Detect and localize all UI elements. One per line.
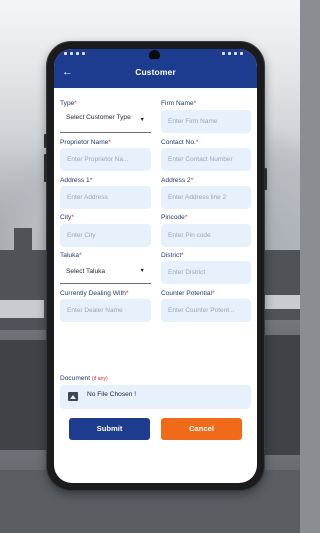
page-title: Customer — [135, 67, 176, 77]
contact-no-label: Contact No.* — [161, 139, 199, 146]
dropdown-arrow-icon: ▼ — [139, 117, 145, 123]
city-input[interactable]: Enter City — [60, 224, 151, 247]
customer-form: Type* Select Customer Type ▼ Firm Name* … — [54, 88, 257, 483]
taluka-label: Taluka* — [60, 252, 82, 259]
dropdown-arrow-icon: ▼ — [139, 268, 145, 274]
counter-potential-label: Counter Potential* — [161, 290, 215, 297]
dealing-with-label: Currently Dealing With* — [60, 290, 129, 297]
phone-frame: ← Customer Type* Select Customer Type ▼ … — [44, 42, 267, 490]
document-label: Document (if any) — [60, 375, 108, 382]
address2-input[interactable]: Enter Address line 2 — [161, 186, 251, 209]
image-icon — [68, 392, 78, 401]
type-label: Type* — [60, 100, 77, 107]
app-bar: ← Customer — [54, 59, 257, 88]
address1-input[interactable]: Enter Address — [60, 186, 151, 209]
address2-label: Address 2* — [161, 177, 194, 184]
proprietor-name-input[interactable]: Enter Proprietor Na... — [60, 148, 151, 171]
proprietor-name-label: Proprietor Name* — [60, 139, 111, 146]
firm-name-input[interactable]: Enter Firm Name — [161, 110, 251, 133]
city-label: City* — [60, 214, 74, 221]
district-label: District* — [161, 252, 184, 259]
address1-label: Address 1* — [60, 177, 93, 184]
pincode-label: Pincode* — [161, 214, 188, 221]
type-select[interactable]: Select Customer Type ▼ — [60, 109, 151, 133]
document-picker[interactable]: No File Chosen ! — [60, 385, 251, 409]
pincode-input[interactable]: Enter Pin code — [161, 224, 251, 247]
counter-potential-input[interactable]: Enter Counter Potent... — [161, 299, 251, 322]
contact-no-input[interactable]: Enter Contact Number — [161, 148, 251, 171]
submit-button[interactable]: Submit — [69, 418, 150, 440]
cancel-button[interactable]: Cancel — [161, 418, 242, 440]
district-input[interactable]: Enter District — [161, 261, 251, 284]
dealing-with-input[interactable]: Enter Dealer Name — [60, 299, 151, 322]
taluka-select[interactable]: Select Taluka ▼ — [60, 260, 151, 284]
firm-name-label: Firm Name* — [161, 100, 197, 107]
app-screen: ← Customer Type* Select Customer Type ▼ … — [54, 49, 257, 483]
